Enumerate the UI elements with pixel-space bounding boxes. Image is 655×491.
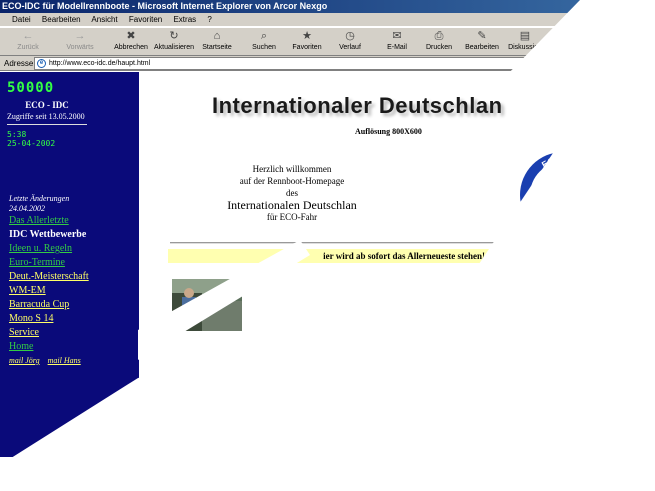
search-icon: ⌕: [260, 30, 268, 42]
discuss-button[interactable]: ▤ Diskussion: [506, 30, 544, 55]
edit-button[interactable]: ✎ Bearbeiten: [463, 30, 501, 55]
toolbar: ← Zurück → Vorwärts ✖ Abbrechen ↻ Aktual…: [0, 27, 655, 56]
address-label: Adresse: [4, 59, 34, 68]
refresh-icon: ↻: [169, 30, 179, 42]
site-name: ECO - IDC: [25, 100, 69, 110]
menu-extras[interactable]: Extras: [173, 15, 196, 24]
stop-button[interactable]: ✖ Abbrechen: [112, 30, 150, 55]
menu-bar: Datei Bearbeiten Ansicht Favoriten Extra…: [0, 13, 655, 27]
nav-home[interactable]: Home: [9, 341, 33, 352]
last-changes-date: 24.04.2002: [9, 204, 45, 213]
nav-barracuda-cup[interactable]: Barracuda Cup: [9, 299, 69, 310]
nav-wm-em[interactable]: WM-EM: [9, 285, 46, 296]
nav-service[interactable]: Service: [9, 327, 39, 338]
resolution-note: Auflösung 800X600: [355, 127, 422, 136]
arrow-left-icon: ←: [22, 30, 34, 42]
clock-display: 5:38 25-04-2002: [7, 130, 55, 148]
address-bar: Adresse e http://www.eco-idc.de/haupt.ht…: [0, 56, 655, 71]
stop-icon: ✖: [126, 30, 136, 42]
edit-icon: ✎: [477, 30, 487, 42]
visits-since: Zugriffe seit 13.05.2000: [7, 112, 85, 121]
news-banner: ier wird ab sofort das Allerneueste steh…: [168, 249, 613, 263]
logo-url: www.eco-idc.de: [542, 212, 584, 218]
print-button[interactable]: ⎙ Drucken: [424, 30, 454, 55]
mail-icon: ✉: [392, 30, 402, 42]
mail-button[interactable]: ✉ E-Mail: [384, 30, 410, 55]
sidebar-divider: [7, 124, 87, 125]
mail-hans-link[interactable]: mail Hans: [48, 356, 81, 365]
boat-photo: [172, 279, 242, 331]
nav-das-allerletzte[interactable]: Das Allerletzte: [9, 215, 69, 226]
sidebar-nav: Das Allerletzte IDC Wettbewerbe Ideen u.…: [9, 214, 89, 354]
nav-euro-termine[interactable]: Euro-Termine: [9, 257, 65, 268]
nav-idc-wettbewerbe[interactable]: IDC Wettbewerbe: [9, 229, 86, 240]
arrow-right-icon: →: [74, 30, 86, 42]
home-icon: ⌂: [213, 30, 221, 42]
last-changes-label: Letzte Änderungen: [9, 194, 70, 203]
mail-links: mail Jörg mail Hans: [9, 356, 87, 365]
search-button[interactable]: ⌕ Suchen: [249, 30, 279, 55]
menu-help[interactable]: ?: [207, 15, 211, 24]
menu-datei[interactable]: Datei: [12, 15, 31, 24]
refresh-button[interactable]: ↻ Aktualisieren: [153, 30, 195, 55]
clock-time: 5:38: [7, 130, 27, 139]
printer-icon: ⎙: [434, 30, 444, 42]
address-input[interactable]: e http://www.eco-idc.de/haupt.html: [34, 57, 558, 70]
address-url: http://www.eco-idc.de/haupt.html: [49, 60, 151, 67]
page-banner: Internationaler Deutschlan: [212, 93, 503, 118]
last-changes: Letzte Änderungen 24.04.2002: [9, 194, 69, 214]
history-icon: ◷: [345, 30, 355, 42]
sidebar: 50000 ECO - IDC Zugriffe seit 13.05.2000…: [0, 72, 139, 457]
menu-bearbeiten[interactable]: Bearbeiten: [42, 15, 81, 24]
menu-ansicht[interactable]: Ansicht: [91, 15, 117, 24]
discussion-icon: ▤: [519, 30, 531, 42]
page-icon: e: [37, 59, 46, 68]
favorites-button[interactable]: ★ Favoriten: [290, 30, 324, 55]
welcome-text: Herzlich willkommen auf der Rennboot-Hom…: [227, 164, 357, 222]
logo-year: 1999: [555, 231, 571, 238]
menu-favoriten[interactable]: Favoriten: [129, 15, 162, 24]
nav-ideen-regeln[interactable]: Ideen u. Regeln: [9, 243, 72, 254]
eco-idc-logo: ECO - IDC 1999 www.eco-idc.de: [520, 152, 606, 238]
favorites-folder-icon: ★: [302, 30, 312, 42]
mail-joerg-link[interactable]: mail Jörg: [9, 356, 40, 365]
home-button[interactable]: ⌂ Startseite: [200, 30, 234, 55]
forward-button[interactable]: → Vorwärts: [62, 30, 98, 55]
visitor-counter: 50000: [7, 80, 55, 96]
nav-deut-meisterschaft[interactable]: Deut.-Meisterschaft: [9, 271, 89, 282]
clock-date: 25-04-2002: [7, 139, 56, 148]
back-button[interactable]: ← Zurück: [12, 30, 44, 55]
window-title: ECO-IDC für Modellrennboote - Microsoft …: [0, 0, 655, 13]
nav-mono-s14[interactable]: Mono S 14: [9, 313, 53, 324]
content-divider: [170, 242, 612, 244]
history-button[interactable]: ◷ Verlauf: [336, 30, 364, 55]
